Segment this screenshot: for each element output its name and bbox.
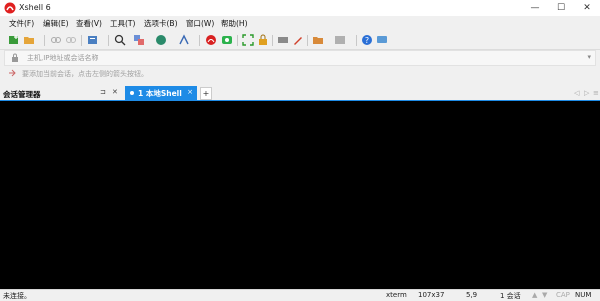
help-icon[interactable]: ? [361,34,373,46]
tab-strip: 1 本地Shell × + ◁ ▷ ≡ [122,86,600,100]
globe-icon[interactable] [155,34,167,46]
add-session-arrow-icon[interactable] [8,69,16,77]
session-manager-header: 会话管理器 ⊐ ✕ [0,86,122,100]
green-session-icon[interactable] [221,34,233,46]
unlink-icon[interactable] [65,34,77,46]
properties-icon[interactable] [87,34,99,46]
terminal-size: 107x37 [418,291,445,299]
close-button[interactable]: ✕ [574,0,600,16]
window-title: Xshell 6 [19,3,51,12]
hint-text: 要添加当前会话，点击左侧的箭头按钮。 [22,70,148,78]
new-session-icon[interactable] [8,34,20,46]
terminal-area[interactable] [0,100,600,289]
menu-help[interactable]: 帮助(H) [221,18,248,29]
xshell-logo-icon [4,2,16,14]
transfer-icon[interactable] [133,34,145,46]
menu-file[interactable]: 文件(F) [9,18,34,29]
menu-tabs[interactable]: 选项卡(B) [144,18,178,29]
menu-tools[interactable]: 工具(T) [110,18,135,29]
tab-prev-icon[interactable]: ◁ [574,89,579,97]
menu-view[interactable]: 查看(V) [76,18,102,29]
layout-icon[interactable] [334,34,346,46]
address-placeholder: 主机,IP地址或会话名称 [27,54,99,62]
open-folder-icon[interactable] [23,34,35,46]
tab-menu-icon[interactable]: ≡ [593,89,599,97]
add-tab-button[interactable]: + [200,87,212,100]
status-bar: 未连接。 xterm 107x37 5,9 1 会话 ▲ ▼ CAP NUM [0,289,600,301]
num-lock-indicator: NUM [575,291,592,299]
close-icon[interactable]: ✕ [112,88,118,96]
tab-local-shell[interactable]: 1 本地Shell × [125,86,197,100]
svg-text:?: ? [365,36,369,45]
tab-close-icon[interactable]: × [187,88,193,96]
tab-next-icon[interactable]: ▷ [584,89,589,97]
tab-label: 1 本地Shell [138,89,182,98]
pin-icon[interactable]: ⊐ [100,88,106,96]
scroll-down-icon[interactable]: ▼ [542,291,547,299]
font-icon[interactable] [178,34,190,46]
terminal-type: xterm [386,291,407,299]
menu-bar: 文件(F) 编辑(E) 查看(V) 工具(T) 选项卡(B) 窗口(W) 帮助(… [0,16,600,31]
chat-icon[interactable] [376,34,388,46]
maximize-button[interactable]: ☐ [548,0,574,16]
title-bar: Xshell 6 — ☐ ✕ [0,0,600,16]
lock-icon[interactable] [257,34,269,46]
tab-status-dot [130,91,134,95]
link-icon[interactable] [50,34,62,46]
search-icon[interactable] [114,34,126,46]
fullscreen-icon[interactable] [242,34,254,46]
cursor-position: 5,9 [466,291,478,299]
keyboard-icon[interactable] [277,34,289,46]
session-manager-title: 会话管理器 [3,90,41,99]
menu-edit[interactable]: 编辑(E) [43,18,69,29]
highlight-icon[interactable] [292,34,304,46]
red-session-icon[interactable] [205,34,217,46]
script-icon[interactable] [312,34,324,46]
toolbar: ? [0,31,600,50]
hint-bar: 要添加当前会话，点击左侧的箭头按钮。 [0,66,600,80]
address-dropdown-button[interactable]: ▾ [587,53,591,61]
scroll-up-icon[interactable]: ▲ [532,291,537,299]
address-bar[interactable]: 主机,IP地址或会话名称 ▾ [4,50,596,66]
caps-lock-indicator: CAP [556,291,570,299]
lock-icon [12,53,18,62]
minimize-button[interactable]: — [522,0,548,16]
menu-window[interactable]: 窗口(W) [186,18,214,29]
